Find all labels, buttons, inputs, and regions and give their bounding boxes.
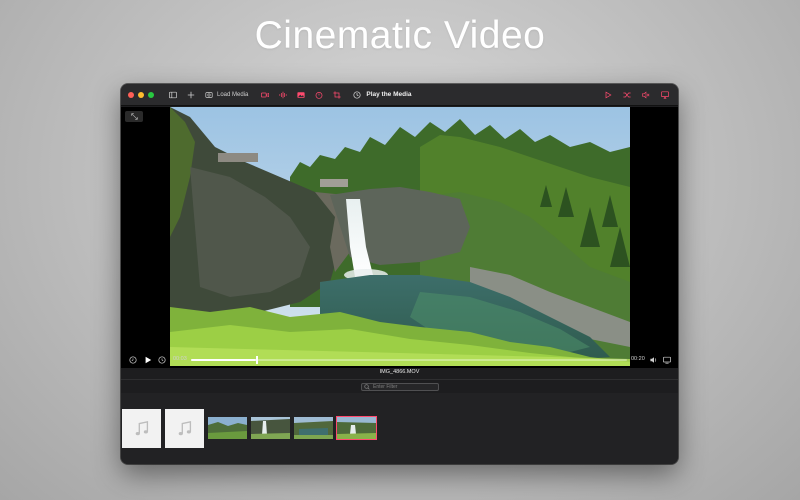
scrubber[interactable]: [191, 356, 627, 364]
zoom-window-button[interactable]: [148, 91, 154, 98]
scrubber-handle[interactable]: [256, 356, 258, 364]
video-stage: 00:03 00:20: [121, 107, 678, 368]
display-icon[interactable]: [662, 355, 672, 365]
window-controls: [128, 91, 154, 98]
load-media-label: Load Media: [217, 91, 249, 98]
fullscreen-button[interactable]: [125, 111, 143, 122]
camera-icon[interactable]: [260, 90, 270, 100]
filter-bar: Enter Filter: [121, 379, 678, 393]
play-button[interactable]: [143, 355, 153, 365]
media-item-video[interactable]: [251, 417, 290, 439]
skip-forward-icon[interactable]: [157, 355, 167, 365]
duration: 00:20: [631, 356, 645, 362]
music-note-icon: [135, 420, 148, 435]
toolbar: Load Media Play the Media: [121, 84, 678, 106]
media-item-audio[interactable]: [165, 409, 204, 448]
media-filename: IMG_4866.MOV: [121, 368, 678, 379]
minimize-window-button[interactable]: [138, 91, 144, 98]
clock-icon: [352, 90, 362, 100]
toolbar-right-group: [603, 90, 670, 100]
music-note-icon: [178, 420, 191, 435]
play-media-label: Play the Media: [366, 91, 412, 98]
play-icon: [145, 356, 152, 364]
video-thumbnail: [294, 417, 333, 439]
media-browser: [121, 393, 678, 464]
app-window: Load Media Play the Media 00:03 00:20 IM…: [121, 84, 678, 464]
waveform-icon[interactable]: [278, 90, 288, 100]
close-window-button[interactable]: [128, 91, 134, 98]
mute-icon[interactable]: [641, 90, 651, 100]
airplay-icon[interactable]: [660, 90, 670, 100]
search-icon: [364, 384, 370, 390]
media-item-video[interactable]: [294, 417, 333, 439]
current-time: 00:03: [173, 356, 187, 362]
plus-icon[interactable]: [186, 90, 196, 100]
video-frame[interactable]: [170, 107, 630, 366]
shuffle-icon[interactable]: [622, 90, 632, 100]
expand-icon: [130, 113, 138, 120]
video-thumbnail: [251, 417, 290, 439]
headline: Cinematic Video: [254, 14, 546, 57]
volume-icon[interactable]: [649, 355, 659, 365]
filter-input[interactable]: Enter Filter: [361, 383, 439, 391]
media-item-video[interactable]: [208, 417, 247, 439]
video-thumbnail: [337, 417, 376, 439]
play-media-title: Play the Media: [352, 90, 412, 100]
load-media-button[interactable]: Load Media: [204, 90, 248, 100]
timer-icon[interactable]: [314, 90, 324, 100]
play-icon[interactable]: [603, 90, 613, 100]
crop-icon[interactable]: [332, 90, 342, 100]
load-media-icon: [204, 90, 214, 100]
media-item-audio[interactable]: [122, 409, 161, 448]
photo-icon[interactable]: [296, 90, 306, 100]
media-item-video-selected[interactable]: [336, 416, 377, 440]
playback-controls: 00:03 00:20: [121, 352, 678, 368]
video-thumbnail: [208, 417, 247, 439]
filter-placeholder: Enter Filter: [373, 384, 398, 390]
waterfall-video-image: [170, 107, 630, 366]
scrubber-progress: [191, 359, 257, 361]
sidebar-icon[interactable]: [168, 90, 178, 100]
skip-back-icon[interactable]: [128, 355, 138, 365]
